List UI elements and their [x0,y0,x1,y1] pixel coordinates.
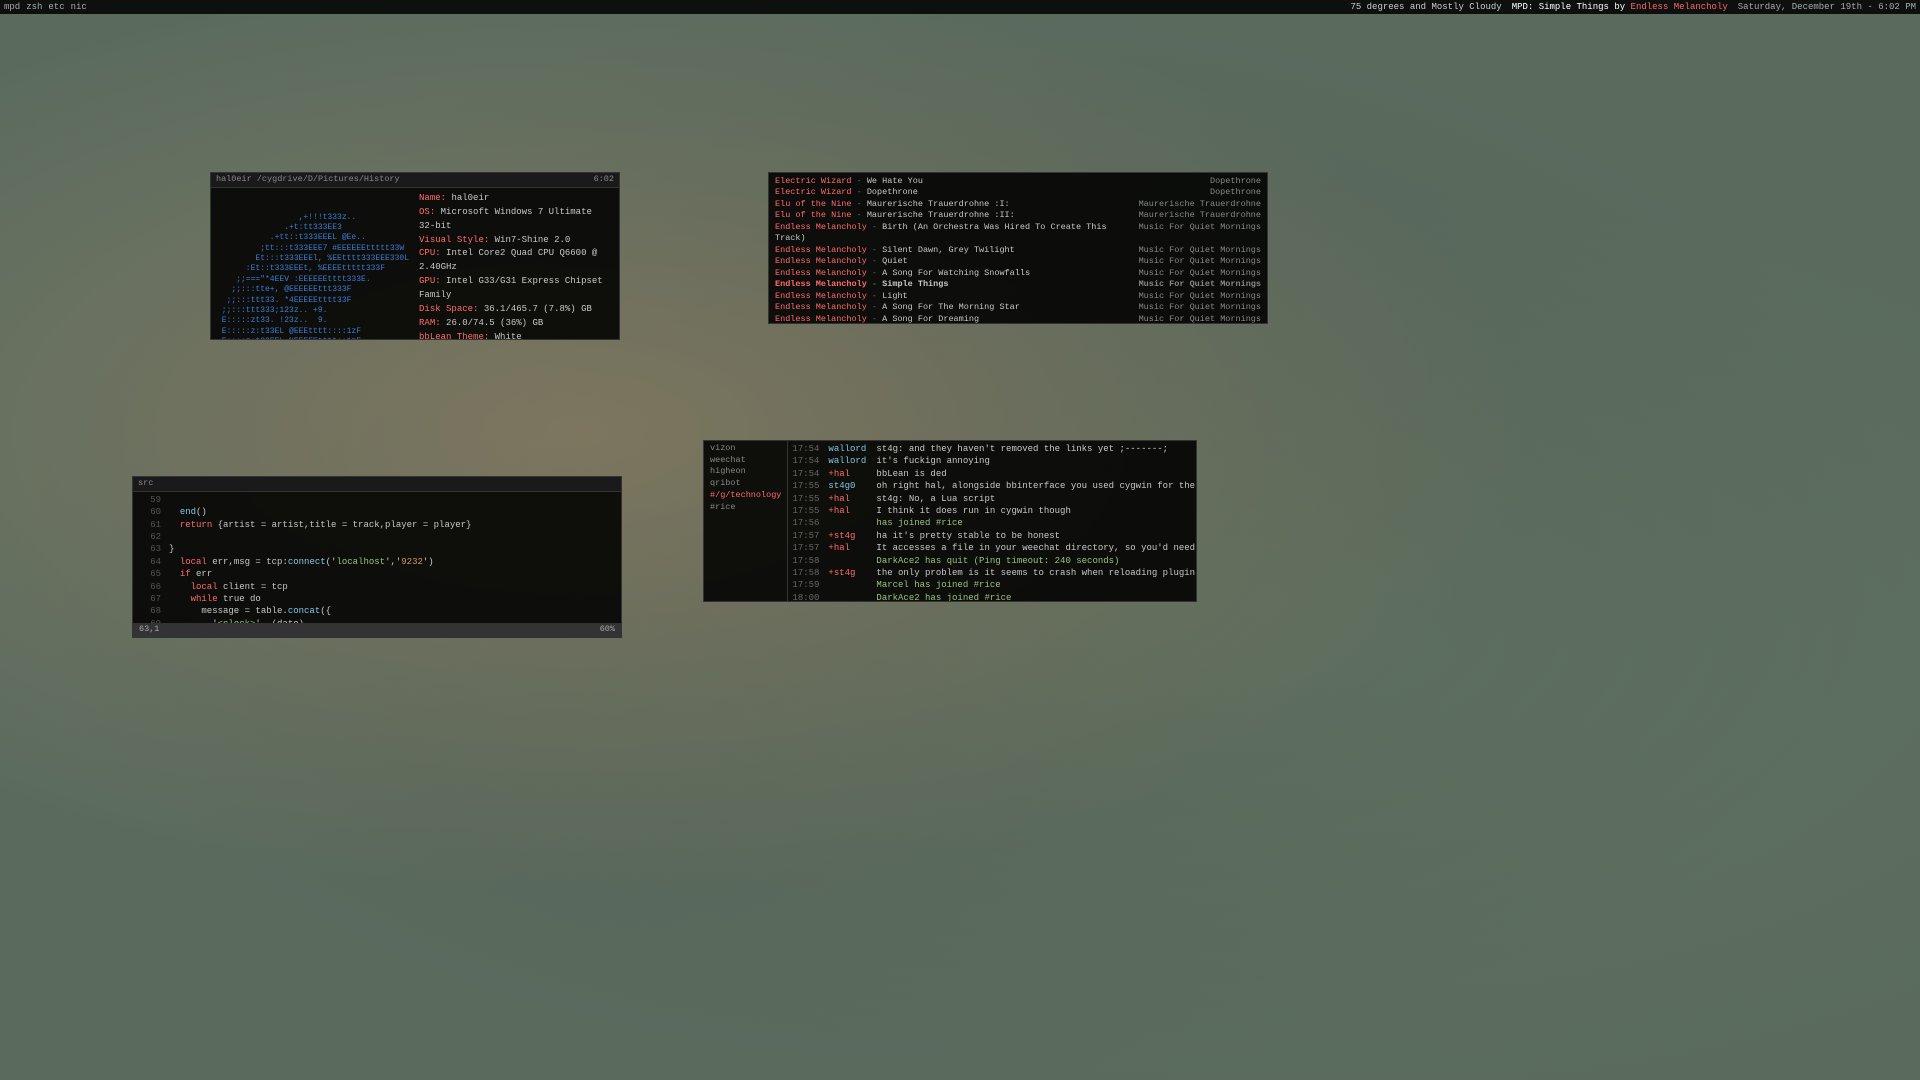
code-line: 62 [137,531,617,543]
mpd-entry: Electric Wizard - DopethroneDopethrone [774,187,1262,198]
tab-zsh[interactable]: zsh [26,2,42,12]
neofetch-info: Name: hal0eir OS: Microsoft Windows 7 Ul… [419,192,613,340]
mpd-entry: Endless Melancholy - Simple ThingsMusic … [774,279,1262,290]
wc-message: 17:54+halbbLean is ded [792,468,1197,480]
statusbar-info: 75 degrees and Mostly Cloudy MPD: Simple… [1350,2,1916,12]
code-line: 61 return {artist = artist,title = track… [137,519,617,531]
wc-message: 17:54wallordit's fuckign annoying [792,455,1197,467]
weechat-sidebar: vizonweechathigheonqribot#/g/technology#… [704,441,788,601]
datetime-info: Saturday, December 19th - 6:02 PM [1738,2,1916,12]
code-line: 66 local client = tcp [137,581,617,593]
wc-message: 17:59Marcel has joined #rice [792,579,1197,591]
code-line: 67 while true do [137,593,617,605]
mpd-entry: Endless Melancholy - QuietMusic For Quie… [774,256,1262,267]
wc-message: 17:55st4g0oh right hal, alongside bbinte… [792,480,1197,492]
code-line: 65 if err [137,568,617,580]
wc-sidebar-item[interactable]: weechat [708,455,783,467]
statusbar-tabs: mpd zsh etc nic [4,2,87,12]
wc-message: 17:58DarkAce2 has quit (Ping timeout: 24… [792,555,1197,567]
code-scroll: 60% [600,624,615,636]
mpd-entry: Electric Wizard - We Hate YouDopethrone [774,176,1262,187]
ascii-art: ,+!!!t333z.. .+t:tt333EE3 .+tt::t333EEEL… [217,192,409,340]
code-terminal: src 5960 end()61 return {artist = artist… [132,476,622,638]
code-statusbar: 63,1 60% [133,623,621,637]
neofetch-terminal: hal0eir /cygdrive/D/Pictures/History 6:0… [210,172,620,340]
code-titlebar: src [133,477,621,492]
wc-sidebar-item[interactable]: higheon [708,466,783,478]
statusbar: mpd zsh etc nic 75 degrees and Mostly Cl… [0,0,1920,14]
mpd-entry: Endless Melancholy - Birth (An Orchestra… [774,222,1262,245]
mpd-playlist: Electric Wizard - We Hate YouDopethroneE… [774,176,1262,324]
wc-sidebar-item[interactable]: qribot [708,478,783,490]
tab-etc[interactable]: etc [48,2,64,12]
neofetch-content: ,+!!!t333z.. .+t:tt333EE3 .+tt::t333EEEL… [211,188,619,340]
tab-nic[interactable]: nic [71,2,87,12]
wc-message: 17:56has joined #rice [792,517,1197,529]
mpd-entry: Endless Melancholy - A Song For The Morn… [774,302,1262,313]
weechat-main: 17:54wallordst4g: and they haven't remov… [788,441,1197,601]
mpd-entry: Endless Melancholy - Silent Dawn, Grey T… [774,245,1262,256]
mpd-entry: Elu of the Nine - Maurerische Trauerdroh… [774,199,1262,210]
wc-message: 17:57+halIt accesses a file in your weec… [792,542,1197,554]
weather-info: 75 degrees and Mostly Cloudy [1350,2,1501,12]
wc-message: 17:54wallordst4g: and they haven't remov… [792,443,1197,455]
code-line: 59 [137,494,617,506]
weechat-terminal: vizonweechathigheonqribot#/g/technology#… [703,440,1197,602]
weechat-layout: vizonweechathigheonqribot#/g/technology#… [704,441,1196,601]
mpd-content: Electric Wizard - We Hate YouDopethroneE… [769,173,1267,324]
wc-sidebar-item[interactable]: #/g/technology [708,490,783,502]
code-line: 68 message = table.concat({ [137,605,617,617]
wc-message: 17:57+st4gha it's pretty stable to be ho… [792,530,1197,542]
wc-message: 17:55+halI think it does run in cygwin t… [792,505,1197,517]
wc-sidebar-item[interactable]: #rice [708,502,783,514]
code-cursor: 63,1 [139,624,159,636]
mpd-entry: Endless Melancholy - LightMusic For Quie… [774,291,1262,302]
mpd-info: MPD: Simple Things by Endless Melancholy [1512,2,1728,12]
code-line: 63} [137,543,617,555]
neofetch-titlebar: hal0eir /cygdrive/D/Pictures/History 6:0… [211,173,619,188]
mpd-entry: Endless Melancholy - A Song For Watching… [774,268,1262,279]
code-content: 5960 end()61 return {artist = artist,tit… [133,492,621,624]
tab-mpd[interactable]: mpd [4,2,20,12]
mpd-entry: Endless Melancholy - A Song For Dreaming… [774,314,1262,324]
mpd-entry: Elu of the Nine - Maurerische Trauerdroh… [774,210,1262,221]
wc-message: 18:00DarkAce2 has joined #rice [792,592,1197,602]
wc-message: 17:55+halst4g: No, a Lua script [792,493,1197,505]
code-title: src [138,478,153,490]
code-lines: 5960 end()61 return {artist = artist,tit… [137,494,617,624]
mpd-terminal: Electric Wizard - We Hate YouDopethroneE… [768,172,1268,324]
neofetch-title: hal0eir /cygdrive/D/Pictures/History [216,174,400,186]
neofetch-time: 6:02 [594,174,614,186]
code-line: 60 end() [137,506,617,518]
wc-message: 17:58+st4gthe only problem is it seems t… [792,567,1197,579]
code-line: 64 local err,msg = tcp:connect('localhos… [137,556,617,568]
wc-sidebar-item[interactable]: vizon [708,443,783,455]
